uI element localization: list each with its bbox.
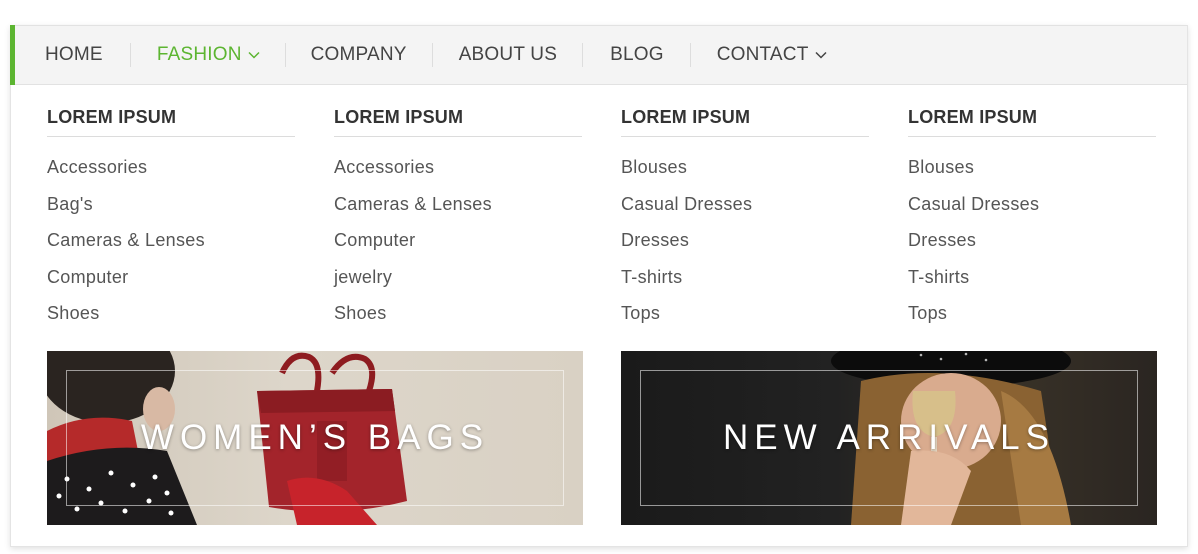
nav-item-label: FASHION [156, 44, 242, 65]
mega-menu-column: LOREM IPSUM Accessories Bag's Cameras & … [47, 97, 295, 332]
menu-link[interactable]: Cameras & Lenses [334, 186, 582, 223]
menu-link[interactable]: Accessories [47, 149, 295, 186]
nav-separator [689, 43, 691, 67]
nav-item-fashion[interactable]: FASHION [157, 25, 260, 85]
column-title: LOREM IPSUM [908, 97, 1156, 137]
new-arrivals-banner[interactable]: NEW ARRIVALS [621, 351, 1157, 525]
nav-separator [129, 43, 131, 67]
menu-link[interactable]: Bag's [47, 186, 295, 223]
menu-link[interactable]: Tops [908, 295, 1156, 332]
menu-link[interactable]: Tops [621, 295, 869, 332]
column-title: LOREM IPSUM [47, 97, 295, 137]
mega-menu-column: LOREM IPSUM Accessories Cameras & Lenses… [334, 97, 582, 332]
menu-link[interactable]: Computer [47, 259, 295, 296]
menu-link[interactable]: Dresses [908, 222, 1156, 259]
menu-link[interactable]: Casual Dresses [621, 186, 869, 223]
nav-separator [284, 43, 286, 67]
menu-link[interactable]: Shoes [47, 295, 295, 332]
menu-link[interactable]: T-shirts [621, 259, 869, 296]
banner-label: NEW ARRIVALS [723, 418, 1055, 457]
menu-link[interactable]: Blouses [621, 149, 869, 186]
nav-active-accent-bar [10, 25, 15, 85]
column-link-list: Accessories Cameras & Lenses Computer je… [334, 137, 582, 332]
nav-separator [582, 43, 584, 67]
chevron-down-icon [248, 51, 260, 59]
nav-item-company[interactable]: COMPANY [311, 25, 407, 85]
mega-menu-frame: HOME FASHION COMPANY ABOUT US BLOG CONTA… [10, 25, 1188, 547]
nav-item-label: CONTACT [716, 44, 809, 65]
womens-bags-banner[interactable]: WOMEN’S BAGS [47, 351, 583, 525]
menu-link[interactable]: Shoes [334, 295, 582, 332]
menu-link[interactable]: Computer [334, 222, 582, 259]
nav-separator [431, 43, 433, 67]
nav-item-home[interactable]: HOME [45, 25, 103, 85]
nav-item-blog[interactable]: BLOG [610, 25, 664, 85]
nav-item-label: HOME [45, 44, 103, 65]
menu-link[interactable]: Casual Dresses [908, 186, 1156, 223]
column-title: LOREM IPSUM [334, 97, 582, 137]
nav-item-label: COMPANY [310, 44, 407, 65]
column-link-list: Accessories Bag's Cameras & Lenses Compu… [47, 137, 295, 332]
menu-link[interactable]: Dresses [621, 222, 869, 259]
column-title: LOREM IPSUM [621, 97, 869, 137]
menu-link[interactable]: Blouses [908, 149, 1156, 186]
nav-item-label: ABOUT US [458, 44, 558, 65]
column-link-list: Blouses Casual Dresses Dresses T-shirts … [621, 137, 869, 332]
menu-link[interactable]: jewelry [334, 259, 582, 296]
menu-link[interactable]: T-shirts [908, 259, 1156, 296]
column-link-list: Blouses Casual Dresses Dresses T-shirts … [908, 137, 1156, 332]
nav-item-about-us[interactable]: ABOUT US [459, 25, 557, 85]
menu-link[interactable]: Accessories [334, 149, 582, 186]
menu-link[interactable]: Cameras & Lenses [47, 222, 295, 259]
nav-item-label: BLOG [610, 44, 664, 65]
banner-label: WOMEN’S BAGS [140, 418, 490, 457]
mega-menu-column: LOREM IPSUM Blouses Casual Dresses Dress… [621, 97, 869, 332]
nav-item-contact[interactable]: CONTACT [717, 25, 827, 85]
chevron-down-icon [814, 51, 827, 59]
mega-menu-column: LOREM IPSUM Blouses Casual Dresses Dress… [908, 97, 1156, 332]
main-navbar: HOME FASHION COMPANY ABOUT US BLOG CONTA… [10, 25, 1187, 85]
